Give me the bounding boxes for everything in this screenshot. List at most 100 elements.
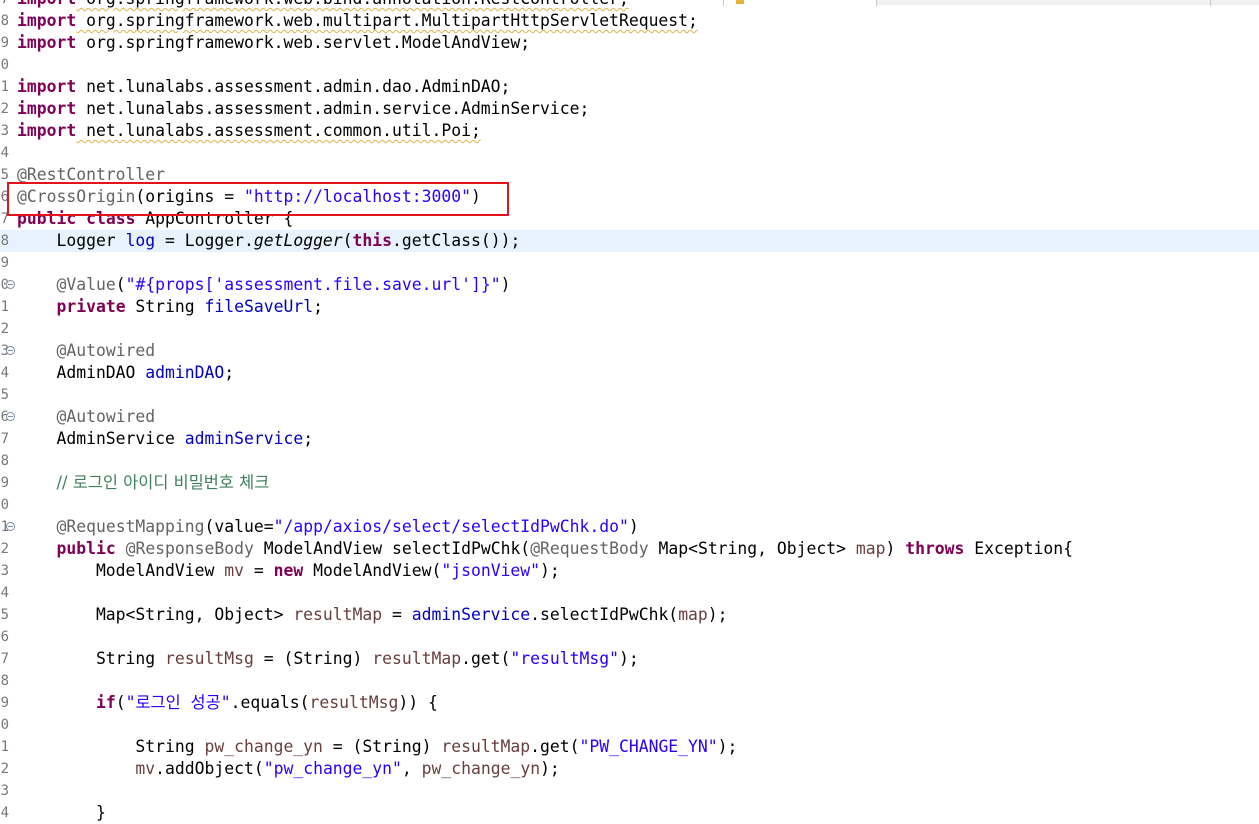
code-line[interactable]: 0: [0, 714, 1259, 736]
code-line[interactable]: 6: [0, 626, 1259, 648]
code-token: org.springframework.web.servlet.ModelAnd…: [76, 33, 531, 52]
code-line[interactable]: 1 private String fileSaveUrl;: [0, 296, 1259, 318]
code-token: @RequestBody: [530, 539, 649, 558]
code-line[interactable]: 8: [0, 670, 1259, 692]
line-number: 9: [0, 475, 9, 491]
code-line[interactable]: 9 import org.springframework.web.servlet.…: [0, 32, 1259, 54]
code-line[interactable]: 7 import org.springframework.web.bind.ann…: [0, 0, 1259, 10]
code-token: .getClass());: [392, 231, 521, 250]
line-number: 1: [0, 739, 9, 755]
code-token: String: [125, 297, 205, 316]
code-line[interactable]: 6 @Autowired: [0, 406, 1259, 428]
code-editor[interactable]: 7 import org.springframework.web.bind.ann…: [0, 0, 1259, 824]
code-line[interactable]: 9 // 로그인 아이디 비밀번호 체크: [0, 472, 1259, 494]
line-number: 3: [0, 123, 9, 139]
code-line[interactable]: 0: [0, 494, 1259, 516]
code-token: ;: [313, 297, 323, 316]
code-line[interactable]: 4: [0, 142, 1259, 164]
code-text: import net.lunalabs.assessment.admin.ser…: [17, 98, 589, 120]
code-line[interactable]: 1 @RequestMapping(value="/app/axios/sele…: [0, 516, 1259, 538]
code-token: "resultMsg": [510, 649, 619, 668]
code-line[interactable]: 3 import net.lunalabs.assessment.common.u…: [0, 120, 1259, 142]
code-line[interactable]: 8: [0, 450, 1259, 472]
code-line[interactable]: 4 AdminDAO adminDAO;: [0, 362, 1259, 384]
code-token: import: [17, 121, 77, 140]
code-token: Logger: [17, 231, 126, 250]
line-number: 2: [0, 101, 9, 117]
code-text: Logger log = Logger.getLogger(this.getCl…: [17, 230, 520, 252]
code-token: ;: [224, 363, 235, 382]
line-number: 2: [0, 761, 9, 777]
code-token: adminDAO: [145, 363, 225, 382]
code-line[interactable]: 0: [0, 54, 1259, 76]
code-line[interactable]: 8 import org.springframework.web.multipar…: [0, 10, 1259, 32]
code-token: "jsonView": [441, 561, 541, 580]
fold-collapse-icon[interactable]: [6, 522, 15, 531]
code-token: );: [540, 561, 560, 580]
line-number: 7: [0, 431, 9, 447]
code-line[interactable]: 4: [0, 582, 1259, 604]
code-line[interactable]: 1 import net.lunalabs.assessment.admin.da…: [0, 76, 1259, 98]
code-token: net.lunalabs.assessment.admin.service.Ad…: [76, 99, 590, 118]
code-line[interactable]: 9 if("로그인 성공".equals(resultMsg)) {: [0, 692, 1259, 714]
code-line[interactable]: 7 String resultMsg = (String) resultMap.…: [0, 648, 1259, 670]
code-line[interactable]: 9: [0, 252, 1259, 274]
code-token: @Autowired: [56, 341, 156, 360]
code-text: @Autowired: [17, 406, 155, 428]
code-token: String: [17, 737, 205, 756]
fold-collapse-icon[interactable]: [6, 346, 15, 355]
code-token: adminService: [411, 605, 531, 624]
code-token: = Logger.: [155, 231, 254, 250]
code-line[interactable]: 8 Logger log = Logger.getLogger(this.get…: [0, 230, 1259, 252]
code-token: getLogger: [253, 231, 343, 250]
code-token: "pw_change_yn": [263, 759, 402, 778]
code-token: new: [273, 561, 304, 580]
code-line[interactable]: 2: [0, 318, 1259, 340]
code-line[interactable]: 1 String pw_change_yn = (String) resultM…: [0, 736, 1259, 758]
code-token: );: [540, 759, 560, 778]
code-token: @Autowired: [56, 407, 156, 426]
fold-collapse-icon[interactable]: [6, 412, 15, 421]
fold-collapse-icon[interactable]: [6, 280, 15, 289]
line-number: 0: [0, 57, 9, 73]
code-line[interactable]: 2 public @ResponseBody ModelAndView sele…: [0, 538, 1259, 560]
code-text: private String fileSaveUrl;: [17, 296, 323, 318]
code-line[interactable]: 2 mv.addObject("pw_change_yn", pw_change…: [0, 758, 1259, 780]
code-token: mv: [224, 561, 244, 580]
code-token: fileSaveUrl: [204, 297, 314, 316]
code-line[interactable]: 3 ModelAndView mv = new ModelAndView("js…: [0, 560, 1259, 582]
line-number: 3: [0, 783, 9, 799]
code-token: (: [342, 231, 353, 250]
code-text: public @ResponseBody ModelAndView select…: [17, 538, 1073, 560]
code-line[interactable]: 5: [0, 384, 1259, 406]
code-token: = (String): [253, 649, 373, 668]
code-line[interactable]: 4 }: [0, 802, 1259, 824]
code-token: resultMap: [293, 605, 383, 624]
line-number: 8: [0, 673, 9, 689]
code-text: import net.lunalabs.assessment.common.ut…: [17, 120, 481, 142]
line-number: 7: [0, 651, 9, 667]
code-line[interactable]: 0 @Value("#{props['assessment.file.save.…: [0, 274, 1259, 296]
code-line[interactable]: 3: [0, 780, 1259, 802]
code-token: ): [500, 275, 511, 294]
line-number: 8: [0, 453, 9, 469]
line-number: 2: [0, 541, 9, 557]
line-number: 3: [0, 563, 9, 579]
code-token: pw_change_yn: [204, 737, 323, 756]
line-number: 9: [0, 35, 9, 51]
line-number: 5: [0, 387, 9, 403]
code-line[interactable]: 2 import net.lunalabs.assessment.admin.se…: [0, 98, 1259, 120]
code-token: .selectIdPwChk(: [530, 605, 679, 624]
code-token: AdminDAO: [17, 363, 146, 382]
code-text: Map<String, Object> resultMap = adminSer…: [17, 604, 728, 626]
code-text: String pw_change_yn = (String) resultMap…: [17, 736, 737, 758]
code-token: "/app/axios/select/selectIdPwChk.do": [273, 517, 629, 536]
code-line[interactable]: 7 AdminService adminService;: [0, 428, 1259, 450]
code-line[interactable]: 3 @Autowired: [0, 340, 1259, 362]
code-token: (value=: [204, 517, 274, 536]
code-line[interactable]: 5 Map<String, Object> resultMap = adminS…: [0, 604, 1259, 626]
code-token: @RequestMapping: [56, 517, 205, 536]
line-number: 2: [0, 321, 9, 337]
